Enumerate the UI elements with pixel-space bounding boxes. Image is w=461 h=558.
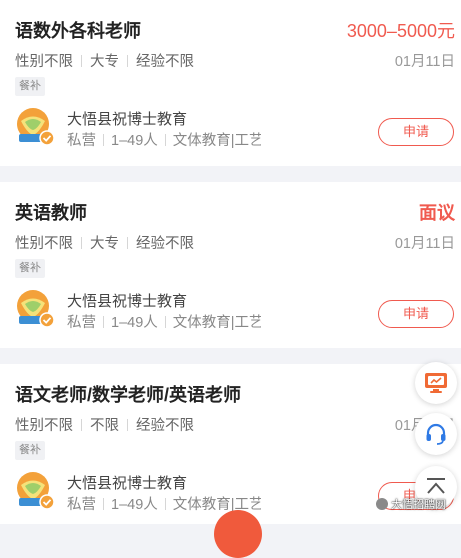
watermark-text: 大悟招聘网 <box>391 499 446 511</box>
job-title: 语数外各科老师 <box>15 21 141 41</box>
company-type: 私营 <box>67 133 96 149</box>
job-salary: 面议 <box>419 203 455 223</box>
company-industry: 文体教育|工艺 <box>172 133 261 149</box>
divider <box>103 134 104 146</box>
divider <box>81 419 82 431</box>
requirement-gender: 性别不限 <box>15 54 73 70</box>
requirement-experience: 经验不限 <box>136 236 194 252</box>
requirement-gender: 性别不限 <box>15 236 73 252</box>
job-requirements: 性别不限 不限 经验不限 <box>15 414 194 435</box>
job-card[interactable]: 语数外各科老师 3000–5000元 性别不限 大专 经验不限 01月11日 餐补 … <box>0 0 461 166</box>
requirement-education: 不限 <box>90 418 119 434</box>
video-interview-button[interactable] <box>415 362 457 404</box>
benefit-tag: 餐补 <box>15 77 45 96</box>
apply-button[interactable]: 申请 <box>378 118 454 146</box>
job-salary: 3000–5000元 <box>346 21 455 41</box>
benefit-tag: 餐补 <box>15 441 45 460</box>
divider <box>127 237 128 249</box>
floating-action-button[interactable] <box>214 510 262 558</box>
requirement-experience: 经验不限 <box>136 54 194 70</box>
divider <box>81 237 82 249</box>
company-size: 1–49人 <box>111 133 158 149</box>
requirement-education: 大专 <box>90 54 119 70</box>
post-date: 01月11日 <box>394 236 455 252</box>
job-card[interactable]: 英语教师 面议 性别不限 大专 经验不限 01月11日 餐补 大悟县祝博士教育 私营… <box>0 182 461 348</box>
wechat-icon <box>376 498 388 510</box>
company-type: 私营 <box>67 315 96 331</box>
divider <box>127 55 128 67</box>
company-name[interactable]: 大悟县祝博士教育 <box>67 290 187 311</box>
watermark: 大悟招聘网 <box>376 496 446 512</box>
company-logo[interactable] <box>16 107 56 147</box>
job-requirements: 性别不限 大专 经验不限 <box>15 50 194 71</box>
apply-button[interactable]: 申请 <box>378 300 454 328</box>
requirement-experience: 经验不限 <box>136 418 194 434</box>
company-name[interactable]: 大悟县祝博士教育 <box>67 472 187 493</box>
company-industry: 文体教育|工艺 <box>172 497 261 513</box>
divider <box>103 498 104 510</box>
company-size: 1–49人 <box>111 497 158 513</box>
divider <box>164 134 166 146</box>
company-logo[interactable] <box>16 289 56 329</box>
post-date: 01月11日 <box>394 54 455 70</box>
company-info: 私营 1–49人 文体教育|工艺 <box>67 129 261 150</box>
monitor-icon <box>425 373 447 393</box>
benefit-tag: 餐补 <box>15 259 45 278</box>
divider <box>164 316 166 328</box>
divider <box>164 498 166 510</box>
company-info: 私营 1–49人 文体教育|工艺 <box>67 311 261 332</box>
job-title: 英语教师 <box>15 203 87 223</box>
company-logo[interactable] <box>16 471 56 511</box>
job-title: 语文老师/数学老师/英语老师 <box>15 385 242 405</box>
requirement-education: 大专 <box>90 236 119 252</box>
divider <box>81 55 82 67</box>
customer-service-button[interactable] <box>415 413 457 455</box>
requirement-gender: 性别不限 <box>15 418 73 434</box>
job-requirements: 性别不限 大专 经验不限 <box>15 232 194 253</box>
company-industry: 文体教育|工艺 <box>172 315 261 331</box>
divider <box>103 316 104 328</box>
company-name[interactable]: 大悟县祝博士教育 <box>67 108 187 129</box>
company-size: 1–49人 <box>111 315 158 331</box>
divider <box>127 419 128 431</box>
company-type: 私营 <box>67 497 96 513</box>
customer-service-icon <box>426 423 446 445</box>
